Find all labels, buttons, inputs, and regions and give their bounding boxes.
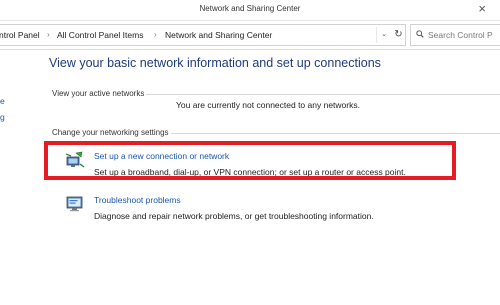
troubleshoot-description: Diagnose and repair network problems, or… — [94, 211, 374, 221]
troubleshoot-icon — [66, 196, 83, 212]
address-bar: ntrol Panel › All Control Panel Items › … — [0, 21, 500, 50]
window-title: Network and Sharing Center — [199, 4, 301, 13]
settings-heading: Change your networking settings — [52, 128, 171, 137]
page-title: View your basic network information and … — [49, 56, 381, 70]
breadcrumb-separator[interactable]: › — [47, 30, 50, 39]
breadcrumb-control-panel[interactable]: ntrol Panel — [0, 30, 40, 40]
refresh-icon[interactable]: ↻ — [392, 26, 405, 44]
breadcrumb-all-items[interactable]: All Control Panel Items — [57, 30, 143, 40]
breadcrumb[interactable]: ntrol Panel › All Control Panel Items › … — [0, 24, 406, 46]
close-icon[interactable]: × — [478, 1, 486, 16]
search-placeholder: Search Control P — [428, 30, 493, 40]
search-icon — [416, 30, 424, 38]
breadcrumb-network-center[interactable]: Network and Sharing Center — [165, 30, 272, 40]
title-bar: Network and Sharing Center × — [0, 0, 500, 21]
left-pane: e g — [0, 50, 8, 305]
chevron-down-icon[interactable]: ⌄ — [376, 27, 391, 43]
breadcrumb-separator[interactable]: › — [154, 30, 157, 39]
connection-status: You are currently not connected to any n… — [176, 100, 360, 110]
highlight-box — [44, 141, 456, 180]
search-input[interactable]: Search Control P — [410, 24, 500, 46]
active-networks-heading: View your active networks — [52, 89, 147, 98]
left-pane-link[interactable]: e — [0, 96, 5, 106]
left-pane-link[interactable]: g — [0, 112, 5, 122]
task-troubleshoot[interactable]: Troubleshoot problems Diagnose and repai… — [65, 193, 475, 223]
troubleshoot-link[interactable]: Troubleshoot problems — [94, 195, 181, 205]
